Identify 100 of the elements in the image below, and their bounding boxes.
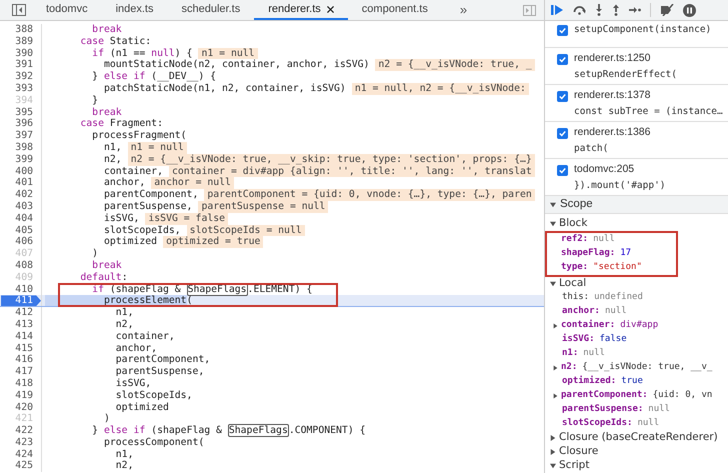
scope-variable[interactable]: n2: {__v_isVNode: true, __v_ (545, 361, 728, 375)
scope-variable: optimized: true (561, 375, 644, 388)
call-frame[interactable]: renderer.ts:1386 patch( (545, 122, 728, 159)
inline-value: parentSuspense = null (198, 200, 328, 213)
scope-variable: type: "section" (560, 261, 643, 274)
code-line: n1, (41, 142, 122, 154)
step-over-icon[interactable] (573, 5, 586, 15)
line-number[interactable]: 405 (1, 224, 41, 236)
line-number[interactable]: 393 (1, 82, 41, 95)
line-number[interactable]: 398 (1, 142, 41, 154)
line-number[interactable]: 425 (1, 460, 41, 472)
deactivate-breakpoints-icon[interactable] (660, 4, 674, 16)
triangle-icon[interactable] (553, 393, 558, 399)
line-number[interactable]: 411 (1, 295, 41, 306)
line-number[interactable]: 404 (1, 212, 41, 225)
checkbox[interactable] (557, 25, 568, 36)
code-line: if (n1 == null) { (41, 48, 192, 60)
scope-section[interactable]: Closure (545, 445, 728, 459)
call-frame[interactable]: renderer.ts:1250 setupRenderEffect( (545, 48, 728, 85)
line-number[interactable]: 399 (1, 154, 41, 166)
scope-variable: parentSuspense: null (561, 403, 671, 416)
line-number[interactable]: 410 (1, 284, 41, 296)
code-line: parentSuspense, (41, 366, 204, 378)
line-number[interactable]: 402 (1, 189, 41, 201)
line-number[interactable]: 418 (1, 378, 41, 390)
triangle-icon[interactable] (550, 281, 556, 287)
code-line: container, (41, 330, 175, 343)
resume-icon[interactable] (551, 4, 564, 16)
line-number[interactable]: 403 (1, 200, 41, 213)
line-number[interactable]: 413 (1, 318, 41, 331)
line-number[interactable]: 412 (1, 307, 41, 319)
file-tab[interactable]: index.ts (102, 0, 168, 20)
line-number[interactable]: 389 (1, 36, 41, 48)
code-line: isSVG, (41, 212, 140, 225)
frame-code: setupRenderEffect( (574, 68, 677, 81)
line-number[interactable]: 406 (1, 236, 41, 248)
line-number[interactable]: 400 (1, 166, 41, 178)
triangle-icon[interactable] (550, 449, 556, 455)
line-number[interactable]: 422 (1, 425, 41, 437)
line-number[interactable]: 415 (1, 342, 41, 354)
file-tab[interactable]: component.ts (348, 0, 442, 20)
pause-icon[interactable] (683, 4, 696, 16)
line-number[interactable]: 397 (1, 130, 41, 142)
triangle-icon[interactable] (553, 323, 558, 329)
code-line: n2, (41, 460, 134, 472)
file-tab[interactable]: todomvc (32, 0, 102, 20)
scope-variable[interactable]: parentComponent: {uid: 0, vn (545, 389, 728, 403)
line-number[interactable]: 401 (1, 177, 41, 190)
call-frame[interactable]: setupComponent(instance) (545, 21, 728, 48)
triangle-icon[interactable] (553, 365, 558, 371)
code-line: } else if (__DEV__) { (41, 71, 216, 83)
checkbox[interactable] (557, 128, 568, 139)
scope-header[interactable]: Scope (545, 196, 728, 214)
line-number[interactable]: 391 (1, 59, 41, 72)
line-number[interactable]: 388 (1, 24, 41, 36)
line-number[interactable]: 424 (1, 448, 41, 460)
checkbox[interactable] (557, 91, 568, 102)
checkbox[interactable] (557, 54, 568, 65)
code-line: anchor, (41, 342, 158, 354)
inline-value: parentComponent = {uid: 0, vnode: {…}, type: {…}, paren (204, 189, 535, 201)
step-icon[interactable] (629, 6, 641, 14)
sidebar-toggle-icon[interactable] (12, 4, 26, 16)
line-number[interactable]: 414 (1, 330, 41, 343)
line-number[interactable]: 419 (1, 390, 41, 402)
code-line: patchStaticNode(n1, n2, container, isSVG) (41, 82, 346, 95)
frame-location: renderer.ts:1378 (574, 89, 652, 102)
line-number[interactable]: 417 (1, 366, 41, 378)
line-number[interactable]: 408 (1, 260, 41, 272)
triangle-icon[interactable] (550, 202, 556, 208)
line-number[interactable]: 395 (1, 106, 41, 118)
code-line: break (41, 106, 122, 118)
triangle-icon[interactable] (550, 221, 556, 227)
scope-section[interactable]: Script (545, 459, 728, 473)
call-frame[interactable]: renderer.ts:1378 const subTree = (instance… (545, 85, 728, 122)
line-number[interactable]: 396 (1, 118, 41, 130)
scope-section[interactable]: Local (545, 277, 728, 291)
frame-code: patch( (574, 142, 610, 155)
close-icon[interactable] (326, 6, 334, 12)
step-out-icon[interactable] (612, 4, 620, 16)
code-line: ) (41, 413, 110, 426)
code-line: break (41, 260, 122, 272)
more-tabs-button[interactable]: » (460, 0, 468, 20)
scope-variable[interactable]: container: div#app (545, 319, 728, 333)
scope-section[interactable]: Block (545, 217, 728, 231)
file-tab[interactable]: renderer.ts (254, 0, 348, 20)
line-number[interactable]: 390 (1, 48, 41, 60)
checkbox[interactable] (557, 165, 568, 176)
debugger-toggle-icon[interactable] (523, 4, 536, 16)
scope-section[interactable]: Closure (baseCreateRenderer) (545, 431, 728, 445)
line-number[interactable]: 416 (1, 354, 41, 366)
line-number[interactable]: 392 (1, 71, 41, 83)
line-number[interactable]: 423 (1, 436, 41, 449)
line-number[interactable]: 420 (1, 402, 41, 414)
triangle-icon[interactable] (550, 435, 556, 441)
frame-location: renderer.ts:1250 (574, 52, 652, 65)
triangle-icon[interactable] (550, 463, 556, 469)
step-into-icon[interactable] (595, 4, 603, 16)
code-line: mountStaticNode(n2, container, anchor, isSVG) (41, 59, 370, 72)
file-tab[interactable]: scheduler.ts (168, 0, 254, 20)
inline-value: n2 = {__v_isVNode: true, _ (375, 59, 535, 72)
